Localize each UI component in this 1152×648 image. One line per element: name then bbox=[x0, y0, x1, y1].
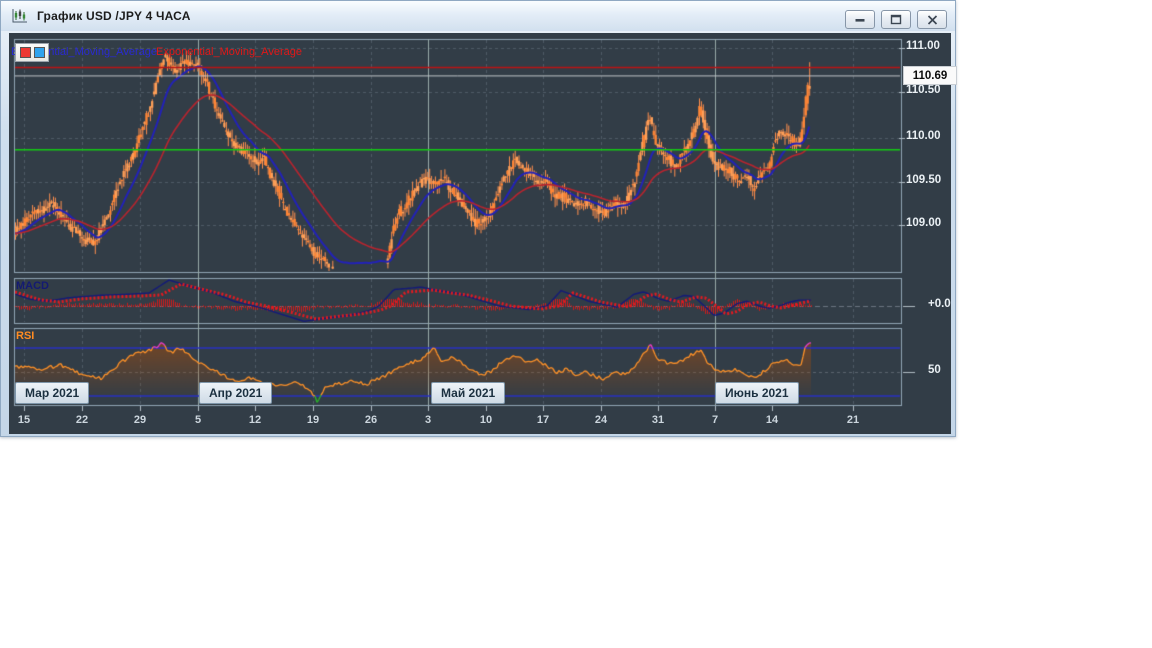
time-tick-label: 5 bbox=[195, 414, 201, 426]
time-tick-label: 3 bbox=[425, 414, 431, 426]
ema-red-legend-label: Exponential_Moving_Average bbox=[156, 46, 302, 58]
time-tick-label: 26 bbox=[365, 414, 377, 426]
title-bar[interactable]: График USD /JPY 4 ЧАСА bbox=[1, 1, 955, 31]
time-tick-label: 19 bbox=[307, 414, 319, 426]
minimize-icon bbox=[854, 15, 866, 25]
time-tick-label: 21 bbox=[847, 414, 859, 426]
time-tick-label: 15 bbox=[18, 414, 30, 426]
time-tick-label: 12 bbox=[249, 414, 261, 426]
month-badge: Май 2021 bbox=[431, 382, 505, 404]
rsi-panel-label: RSI bbox=[16, 330, 34, 342]
time-tick-label: 7 bbox=[712, 414, 718, 426]
time-tick-label: 24 bbox=[595, 414, 607, 426]
time-tick-label: 10 bbox=[480, 414, 492, 426]
legend-swatch-red bbox=[20, 47, 31, 58]
window-title: График USD /JPY 4 ЧАСА bbox=[37, 9, 191, 23]
time-tick-label: 29 bbox=[134, 414, 146, 426]
close-icon bbox=[927, 15, 938, 25]
time-tick-label: 22 bbox=[76, 414, 88, 426]
maximize-icon bbox=[890, 14, 902, 25]
rsi-mid-label: 50 bbox=[928, 364, 941, 376]
current-price-box: 110.69 bbox=[903, 66, 957, 85]
price-axis-label: 109.50 bbox=[906, 174, 941, 186]
chart-canvas[interactable] bbox=[9, 33, 951, 434]
minimize-button[interactable] bbox=[845, 10, 875, 29]
macd-panel-label: MACD bbox=[16, 280, 49, 292]
price-axis-label: 110.50 bbox=[906, 84, 941, 96]
indicator-legend-box[interactable] bbox=[15, 43, 49, 62]
price-axis-label: 110.00 bbox=[906, 130, 941, 142]
chart-window: График USD /JPY 4 ЧАСА Exponential_Movin… bbox=[0, 0, 956, 437]
price-axis-label: 109.00 bbox=[906, 217, 941, 229]
time-tick-label: 31 bbox=[652, 414, 664, 426]
legend-swatch-blue bbox=[34, 47, 45, 58]
chart-icon bbox=[11, 8, 29, 24]
month-badge: Апр 2021 bbox=[199, 382, 272, 404]
price-axis-label: 111.00 bbox=[906, 40, 940, 52]
maximize-button[interactable] bbox=[881, 10, 911, 29]
time-tick-label: 17 bbox=[537, 414, 549, 426]
macd-zero-label: +0.0 bbox=[928, 298, 951, 310]
month-badge: Мар 2021 bbox=[15, 382, 89, 404]
chart-client-area: Exponential_Moving_Average Exponential_M… bbox=[9, 33, 951, 434]
month-badge: Июнь 2021 bbox=[715, 382, 799, 404]
close-button[interactable] bbox=[917, 10, 947, 29]
time-tick-label: 14 bbox=[766, 414, 778, 426]
